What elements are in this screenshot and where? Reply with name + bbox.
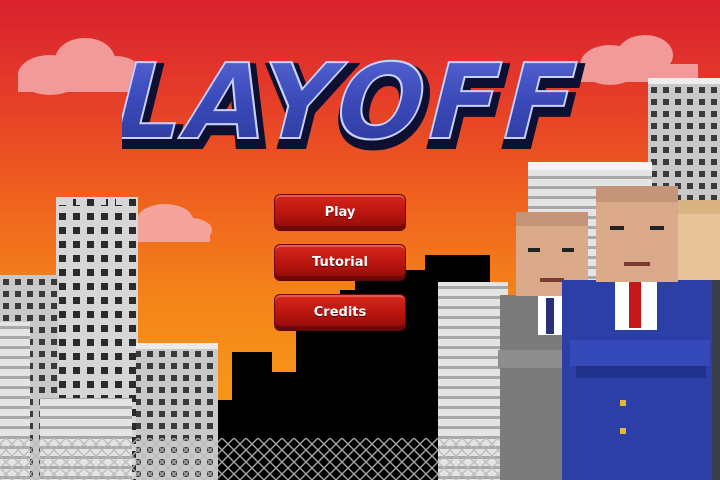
game-title-logo: LAYOFF LAYOFF bbox=[122, 46, 602, 162]
credits-button-label: Credits bbox=[313, 304, 367, 320]
credits-button[interactable]: Credits bbox=[274, 294, 406, 330]
game-screen: LAYOFF LAYOFF Play Tutorial Credits bbox=[0, 0, 720, 480]
play-button[interactable]: Play bbox=[274, 194, 406, 230]
tutorial-button-label: Tutorial bbox=[312, 254, 368, 270]
cloud-middle bbox=[136, 204, 212, 242]
tutorial-button[interactable]: Tutorial bbox=[274, 244, 406, 280]
game-title-text: LAYOFF bbox=[122, 46, 595, 162]
play-button-label: Play bbox=[324, 204, 356, 220]
